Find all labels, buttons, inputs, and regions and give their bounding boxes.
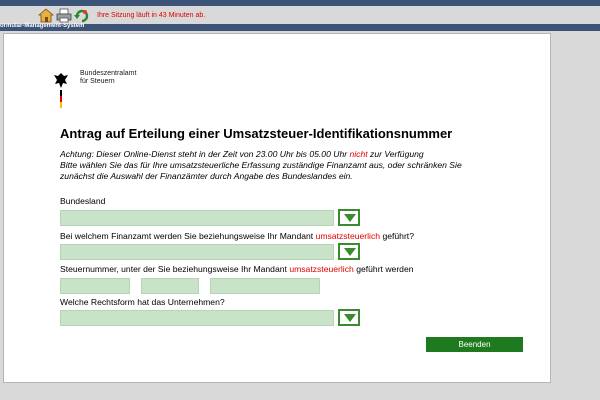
end-button[interactable]: Beenden [426, 337, 523, 352]
finanzamt-select[interactable] [60, 244, 334, 260]
app-title: ormular-Management-System [0, 23, 85, 29]
home-icon[interactable] [38, 8, 54, 23]
app-title-bar [0, 24, 600, 31]
steuernummer-part2-input[interactable] [141, 278, 199, 294]
bundesland-label: Bundesland [60, 196, 106, 206]
refresh-icon[interactable] [74, 8, 90, 23]
page-title: Antrag auf Erteilung einer Umsatzsteuer-… [60, 126, 453, 141]
rechtsform-dropdown-button[interactable] [338, 309, 360, 326]
toolbar: Ihre Sitzung läuft in 43 Minuten ab. [0, 6, 600, 24]
finanzamt-label: Bei welchem Finanzamt werden Sie beziehu… [60, 231, 414, 241]
steuernummer-label: Steuernummer, unter der Sie beziehungswe… [60, 264, 414, 274]
steuernummer-part3-input[interactable] [210, 278, 320, 294]
print-icon[interactable] [56, 8, 72, 23]
bundesland-select[interactable] [60, 210, 334, 226]
steuernummer-part1-input[interactable] [60, 278, 130, 294]
bundesland-dropdown-button[interactable] [338, 209, 360, 226]
eagle-logo-icon [54, 73, 68, 108]
rechtsform-label: Welche Rechtsform hat das Unternehmen? [60, 297, 225, 307]
rechtsform-select[interactable] [60, 310, 334, 326]
notice-text: Achtung: Dieser Online-Dienst steht in d… [60, 149, 462, 181]
agency-name: Bundeszentralamt für Steuern [80, 70, 137, 85]
session-timer: Ihre Sitzung läuft in 43 Minuten ab. [97, 12, 206, 19]
finanzamt-dropdown-button[interactable] [338, 243, 360, 260]
